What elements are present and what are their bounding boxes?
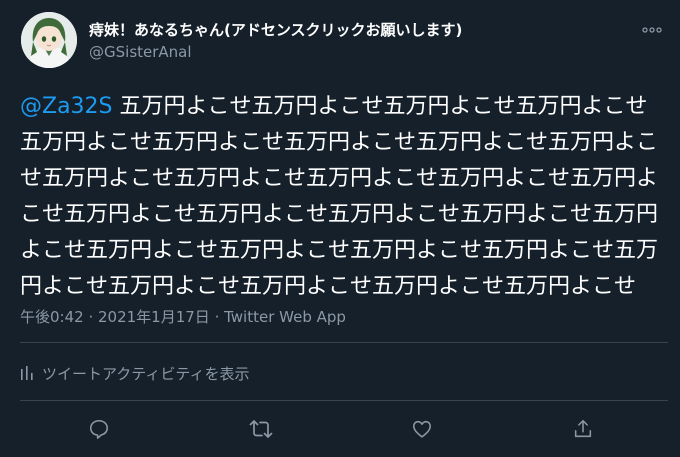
author-handle[interactable]: @GSisterAnal [89, 43, 192, 61]
mention-link[interactable]: @Za32S [20, 94, 113, 119]
tweet-text: @Za32S 五万円よこせ五万円よこせ五万円よこせ五万円よこせ五万円よこせ五万円… [20, 89, 668, 305]
source-label[interactable]: Twitter Web App [224, 308, 346, 326]
avatar-image [21, 12, 77, 68]
share-button[interactable] [566, 415, 600, 443]
tweet-metadata: 午後0:42 · 2021年1月17日 · Twitter Web App [20, 306, 346, 327]
tweet-activity-label: ツイートアクティビティを表示 [42, 364, 250, 383]
timestamp[interactable]: 午後0:42 · 2021年1月17日 [20, 308, 210, 326]
share-icon [574, 419, 592, 438]
analytics-bars-icon [21, 366, 33, 380]
retweet-icon [249, 420, 273, 438]
more-dots-icon [642, 27, 662, 33]
divider [20, 400, 668, 401]
divider [20, 342, 668, 343]
tweet-activity-link[interactable]: ツイートアクティビティを表示 [20, 360, 249, 386]
meta-separator: · [209, 308, 225, 326]
more-options-button[interactable] [636, 18, 668, 42]
heart-icon [412, 420, 432, 438]
author-display-name[interactable]: 痔妹！あなるちゃん(アドセンスクリックお願いします) [89, 19, 462, 40]
tweet-body: 五万円よこせ五万円よこせ五万円よこせ五万円よこせ五万円よこせ五万円よこせ五万円よ… [20, 94, 659, 299]
reply-button[interactable] [82, 415, 116, 443]
reply-icon [89, 419, 109, 439]
like-button[interactable] [405, 415, 439, 443]
tweet-card: 痔妹！あなるちゃん(アドセンスクリックお願いします) @GSisterAnal … [0, 0, 680, 457]
retweet-button[interactable] [244, 415, 278, 443]
avatar[interactable] [21, 12, 77, 68]
